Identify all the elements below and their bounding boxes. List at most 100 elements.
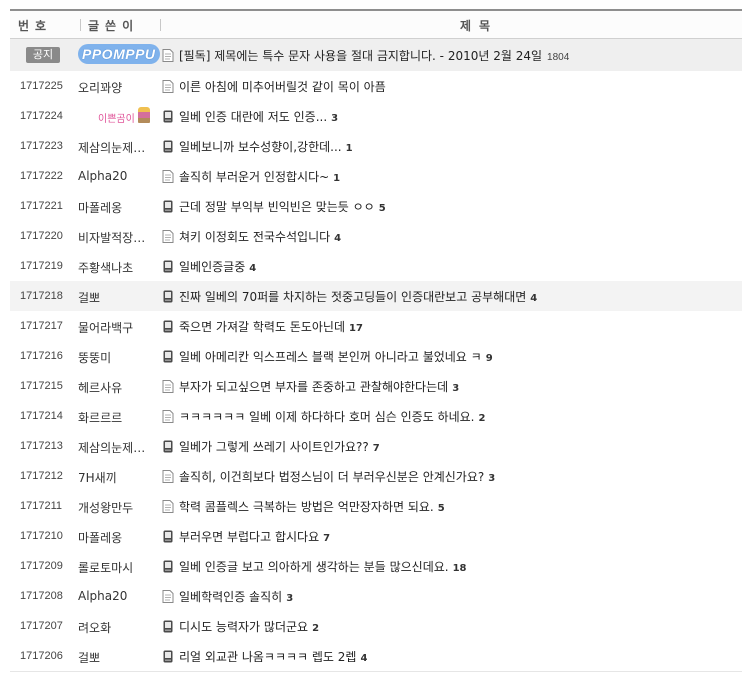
writer-name-link[interactable]: 롤로토마시 [78,559,160,576]
comment-count: 18 [452,563,467,574]
comment-count: 2 [312,623,320,634]
document-icon [162,500,174,513]
post-title-text: 일베가 그렇게 쓰레기 사이트인가요?? [179,440,369,454]
post-title-link[interactable]: 솔직히, 이건희보다 법정스님이 더 부러우신분은 안계신가요? 3 [179,468,495,485]
writer-name-link[interactable]: 비자발적장… [78,229,160,246]
comment-count: 1 [333,173,341,184]
post-title-link[interactable]: 일베가 그렇게 쓰레기 사이트인가요?? 7 [179,438,380,455]
post-title-text: 일베 아메리칸 익스프레스 블랙 본인꺼 아니라고 불었네요 ㅋ [179,350,482,364]
post-row: 1717220 비자발적장… 쳐키 이정회도 전국수석입니다 4 [10,221,742,252]
ppomppu-logo: PPOMPPU [78,44,160,64]
post-title-link[interactable]: 솔직히 부러운거 인정합시다~ 1 [179,168,340,185]
writer-name-link[interactable]: 걸뽀 [78,289,160,306]
comment-count: 4 [249,263,257,274]
writer-name-link[interactable]: 마폴레옹 [78,529,160,546]
mobile-post-icon [163,260,173,273]
writer-name-link[interactable]: 헤르사유 [78,379,160,396]
writer-name-link[interactable]: 마폴레옹 [78,199,160,216]
mobile-post-icon [163,350,173,363]
post-number: 1717208 [20,590,63,602]
post-title-text: 진짜 일베의 70퍼를 차지하는 젓중고딩들이 인증대란보고 공부해대면 [179,290,527,304]
post-title-link[interactable]: 일베 인증글 보고 의아하게 생각하는 분들 많으신데요. 18 [179,558,467,575]
post-title-link[interactable]: 일베 아메리칸 익스프레스 블랙 본인꺼 아니라고 불었네요 ㅋ9 [179,348,493,365]
comment-count: 17 [349,323,363,334]
comment-count: 1 [345,143,353,154]
post-title-link[interactable]: 진짜 일베의 70퍼를 차지하는 젓중고딩들이 인증대란보고 공부해대면 4 [179,288,537,305]
writer-name-link[interactable]: 개성왕만두 [78,499,160,516]
post-number: 1717219 [20,260,63,272]
post-title-text: 디시도 능력자가 많더군요 [179,620,309,634]
header-no: 번호 [18,19,53,33]
writer-avatar-icon [138,107,150,123]
post-title-text: 이른 아침에 미추어버릴것 같이 목이 아픔 [179,80,386,94]
post-title-link[interactable]: 근데 정말 부익부 빈익빈은 맞는듯 ㅇㅇ 5 [179,198,386,215]
header-divider [160,19,161,31]
header-writer: 글쓴이 [88,19,140,33]
post-title-link[interactable]: 리얼 외교관 나옴ㅋㅋㅋㅋ 렙도 2렙 4 [179,648,367,665]
notice-hits: 1804 [547,52,570,63]
post-number: 1717207 [20,620,63,632]
post-row: 1717209 롤로토마시 일베 인증글 보고 의아하게 생각하는 분들 많으신데요… [10,551,742,582]
post-number: 1717224 [20,110,63,122]
writer-name-link[interactable]: 물어라백구 [78,319,160,336]
document-icon [162,170,174,183]
comment-count: 2 [478,413,486,424]
post-row: 1717225 오리꽈양 이른 아침에 미추어버릴것 같이 목이 아픔 [10,71,742,102]
post-title-text: 죽으면 가져갈 학력도 돈도아닌데 [179,320,346,334]
writer-name-link[interactable]: Alpha20 [78,169,160,183]
post-number: 1717210 [20,530,63,542]
post-title-link[interactable]: 쳐키 이정회도 전국수석입니다 4 [179,228,341,245]
post-title-link[interactable]: 죽으면 가져갈 학력도 돈도아닌데 17 [179,318,363,335]
post-number: 1717214 [20,410,63,422]
post-title-link[interactable]: 일베인증글중 4 [179,258,256,275]
post-title-link[interactable]: 학력 콤플렉스 극복하는 방법은 억만장자하면 되요. 5 [179,498,445,515]
mobile-post-icon [163,530,173,543]
writer-name-link[interactable]: 제삼의눈제… [78,139,160,156]
post-row: 1717207 려오화 디시도 능력자가 많더군요 2 [10,611,742,642]
comment-count: 4 [530,293,538,304]
writer-nickname-image[interactable]: 이쁜곰이 [88,107,150,125]
post-row: 1717216 뚱뚱미 일베 아메리칸 익스프레스 블랙 본인꺼 아니라고 불었네요… [10,341,742,372]
mobile-post-icon [163,440,173,453]
writer-name-link[interactable]: 뚱뚱미 [78,349,160,366]
post-title-text: 리얼 외교관 나옴ㅋㅋㅋㅋ 렙도 2렙 [179,650,357,664]
comment-count: 4 [360,653,368,664]
post-row: 1717222 Alpha20 솔직히 부러운거 인정합시다~ 1 [10,161,742,192]
post-title-link[interactable]: 이른 아침에 미추어버릴것 같이 목이 아픔 [179,78,386,95]
post-title-text: 일베보니까 보수성향이,강한데... [179,140,342,154]
post-title-text: 부러우면 부럽다고 합시다요 [179,530,320,544]
post-row: 1717215 헤르사유 부자가 되고싶으면 부자를 존중하고 관찰해야한다는데 3 [10,371,742,402]
post-title-link[interactable]: 디시도 능력자가 많더군요 2 [179,618,319,635]
post-number: 1717220 [20,230,63,242]
post-title-link[interactable]: 부러우면 부럽다고 합시다요 7 [179,528,330,545]
writer-name-link[interactable]: 7H새끼 [78,469,160,486]
writer-name-link[interactable]: 주황색나초 [78,259,160,276]
header-title: 제목 [460,19,499,33]
post-title-link[interactable]: 일베보니까 보수성향이,강한데... 1 [179,138,353,155]
post-title-text: 솔직히, 이건희보다 법정스님이 더 부러우신분은 안계신가요? [179,470,485,484]
notice-title-link[interactable]: [필독] 제목에는 특수 문자 사용을 절대 금지합니다. - 2010년 2월… [179,47,569,64]
post-number: 1717223 [20,140,63,152]
post-title-link[interactable]: 일베 인증 대란에 저도 인증... 3 [179,108,338,125]
comment-count: 5 [437,503,445,514]
post-row: 1717219 주황색나초 일베인증글중 4 [10,251,742,282]
writer-name-link[interactable]: 화르르르 [78,409,160,426]
post-number: 1717212 [20,470,63,482]
post-number: 1717218 [20,290,63,302]
writer-name-link[interactable]: 걸뽀 [78,649,160,666]
post-row: 1717206 걸뽀 리얼 외교관 나옴ㅋㅋㅋㅋ 렙도 2렙 4 [10,641,742,672]
post-number: 1717225 [20,80,63,92]
post-row: 1717210 마폴레옹 부러우면 부럽다고 합시다요 7 [10,521,742,552]
writer-name-link[interactable]: 제삼의눈제… [78,439,160,456]
post-title-link[interactable]: ㅋㅋㅋㅋㅋㅋ 일베 이제 하다하다 호머 심슨 인증도 하네요. 2 [179,408,485,425]
document-icon [162,380,174,393]
writer-name-link[interactable]: 오리꽈양 [78,79,160,96]
post-title-link[interactable]: 일베학력인증 솔직히 3 [179,588,293,605]
writer-name-link[interactable]: 려오화 [78,619,160,636]
post-number: 1717221 [20,200,63,212]
post-title-text: 부자가 되고싶으면 부자를 존중하고 관찰해야한다는데 [179,380,449,394]
post-row: 1717224 이쁜곰이 일베 인증 대란에 저도 인증... 3 [10,101,742,132]
writer-name-link[interactable]: Alpha20 [78,589,160,603]
post-title-link[interactable]: 부자가 되고싶으면 부자를 존중하고 관찰해야한다는데 3 [179,378,459,395]
mobile-post-icon [163,200,173,213]
